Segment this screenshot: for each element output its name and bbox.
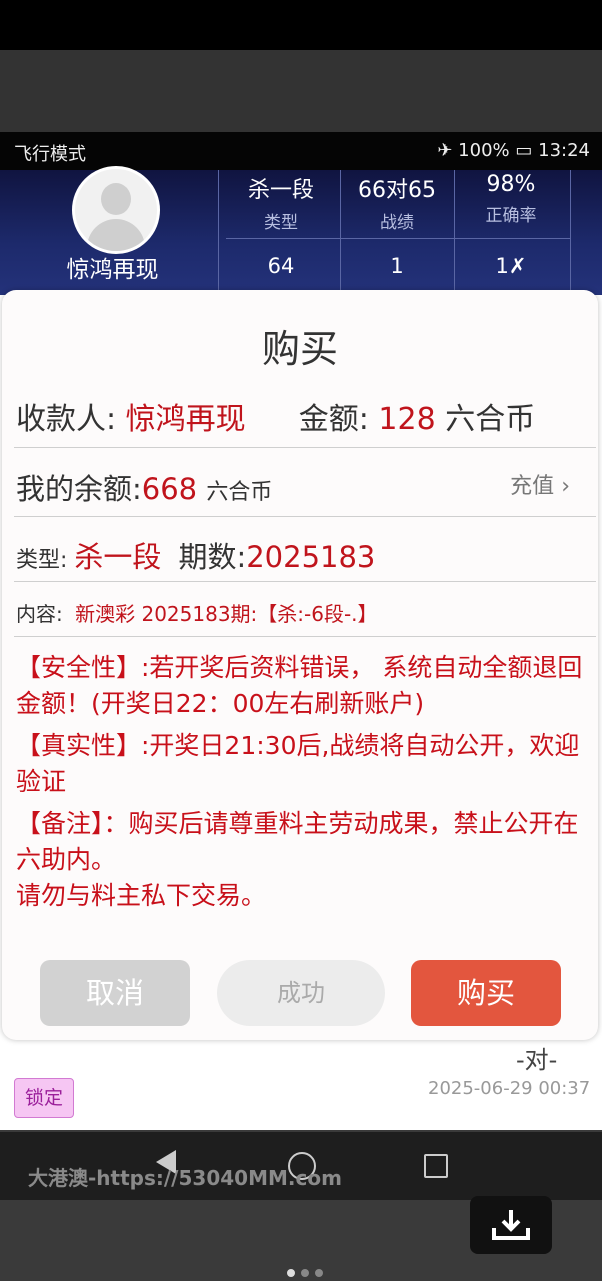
stat-row2-cell: 64 (267, 254, 295, 278)
page-dot (301, 1269, 309, 1277)
stat-value: 98% (486, 172, 536, 197)
note-security: 【安全性】:若开奖后资料错误， 系统自动全额退回金额！(开奖日22：00左右刷新… (16, 653, 583, 718)
payee-label: 收款人: (16, 402, 117, 437)
divider (14, 516, 596, 517)
cancel-button[interactable]: 取消 (40, 960, 190, 1026)
status-right: ✈ 100% ▭ 13:24 (437, 140, 590, 161)
divider (14, 447, 596, 448)
payee-name: 惊鸿再现 (125, 402, 246, 437)
chevron-right-icon: › (561, 474, 570, 499)
result-label: -对- (516, 1046, 558, 1074)
avatar[interactable] (72, 166, 160, 254)
period-label: 期数: (178, 540, 247, 574)
stat-accuracy: 98% 正确率 (454, 172, 568, 226)
recharge-link[interactable]: 充值 › (510, 468, 570, 500)
stat-record: 66对65 战绩 (340, 172, 454, 233)
page-dot (315, 1269, 323, 1277)
divider (14, 581, 596, 582)
buy-button[interactable]: 购买 (411, 960, 561, 1026)
balance-currency: 六合币 (206, 480, 273, 505)
page-indicator (284, 1262, 326, 1281)
divider (226, 238, 570, 239)
download-button[interactable] (470, 1196, 552, 1254)
note-authenticity: 【真实性】:开奖日21:30后,战绩将自动公开，欢迎 验证 (16, 731, 580, 796)
notes-block: 【安全性】:若开奖后资料错误， 系统自动全额退回金额！(开奖日22：00左右刷新… (16, 650, 592, 920)
content-value: 新澳彩 2025183期:【杀:-6段-.】 (75, 602, 378, 626)
stat-value: 66对65 (358, 178, 436, 203)
top-black-bar (0, 0, 602, 50)
stat-label: 类型 (264, 213, 298, 233)
payee-row: 收款人: 惊鸿再现 金额: 128 六合币 (16, 394, 535, 438)
divider (14, 636, 596, 637)
type-value: 杀一段 (74, 540, 162, 574)
stat-type: 杀一段 类型 (224, 172, 338, 233)
stat-label: 战绩 (380, 213, 414, 233)
note-remark: 【备注】：购买后请尊重料主劳动成果，禁止公开在六助内。 (16, 809, 579, 874)
page-dot (287, 1269, 295, 1277)
content-row: 内容: 新澳彩 2025183期:【杀:-6段-.】 (16, 598, 378, 627)
airplane-mode-label: 飞行模式 (14, 144, 86, 165)
amount-label: 金额: (298, 402, 369, 437)
status-bar: 飞行模式 ✈ 100% ▭ 13:24 (0, 132, 602, 170)
purchase-dialog: 购买 收款人: 惊鸿再现 金额: 128 六合币 我的余额:668 六合币 充值… (2, 290, 598, 1040)
record-date: 2025-06-29 00:37 (428, 1078, 591, 1099)
profile-header: 惊鸿再现 杀一段 类型 66对65 战绩 98% 正确率 64 1 1✗ (0, 166, 602, 295)
balance-value: 668 (141, 472, 198, 506)
balance-row: 我的余额:668 六合币 (16, 466, 272, 508)
success-button[interactable]: 成功 (217, 960, 385, 1026)
type-label: 类型: (16, 548, 68, 573)
divider (218, 170, 219, 295)
amount-value: 128 (378, 402, 436, 437)
divider (570, 170, 571, 295)
content-label: 内容: (16, 602, 63, 626)
period-value: 2025183 (246, 540, 376, 574)
stat-row2-cell: 1✗ (495, 254, 527, 278)
avatar-head-shape (101, 183, 131, 215)
recharge-label: 充值 (510, 474, 555, 499)
airplane-icon: ✈ (437, 140, 453, 161)
top-gray-bar (0, 50, 602, 132)
profile-username: 惊鸿再现 (66, 257, 159, 283)
stat-label: 正确率 (485, 206, 537, 226)
note-warning: 请勿与料主私下交易。 (16, 881, 267, 910)
avatar-body-shape (87, 219, 145, 251)
type-period-row: 类型: 杀一段 期数:2025183 (16, 534, 375, 576)
clock-time: 13:24 (538, 140, 590, 161)
battery-percent: 100% (458, 140, 510, 161)
dialog-title: 购买 (261, 327, 338, 371)
lock-button[interactable]: 锁定 (14, 1078, 74, 1118)
balance-label: 我的余额: (16, 472, 142, 506)
recent-apps-icon[interactable] (424, 1154, 448, 1178)
stat-value: 杀一段 (247, 178, 314, 203)
amount-currency: 六合币 (445, 402, 536, 437)
watermark-text: 大港澳-https://53040MM.com (28, 1166, 342, 1190)
stat-row2-cell: 1 (390, 254, 404, 278)
battery-icon: ▭ (515, 140, 533, 161)
download-icon (492, 1210, 530, 1240)
